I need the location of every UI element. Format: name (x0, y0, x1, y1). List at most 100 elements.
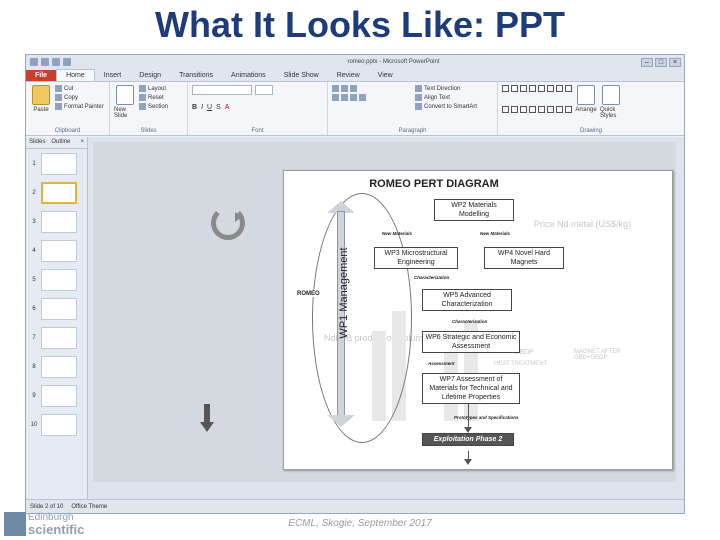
slide-preview (41, 414, 77, 436)
format-painter-icon (55, 103, 62, 110)
convert-smartart-label: Convert to SmartArt (424, 103, 478, 110)
tab-design[interactable]: Design (130, 70, 170, 81)
new-slide-button[interactable]: New Slide (114, 85, 136, 124)
align-left-icon (332, 94, 339, 101)
quick-styles-button[interactable]: Quick Styles (600, 85, 622, 124)
paste-button[interactable]: Paste (30, 85, 52, 124)
indent-icon (350, 85, 357, 92)
bold-button[interactable]: B (192, 104, 197, 111)
slide-thumbnail[interactable]: 4 (30, 240, 84, 262)
slide-number: 3 (32, 219, 36, 225)
slide-thumbnail-pane: Slides Outline × 1 2 3 4 5 6 7 8 9 10 (26, 137, 88, 499)
tab-animations[interactable]: Animations (222, 70, 275, 81)
pert-diagram[interactable]: Price Nd metal (US$/kg) NdFeB production… (283, 170, 673, 470)
arrange-button[interactable]: Arrange (575, 85, 597, 124)
assessment-tag: Assessment (428, 361, 455, 366)
text-direction-icon (415, 85, 422, 92)
slide-number: 10 (30, 422, 38, 428)
slide-thumbnail[interactable]: 6 (30, 298, 84, 320)
shape-icon (547, 85, 554, 92)
tab-home[interactable]: Home (56, 69, 95, 81)
reset-button[interactable]: Reset (139, 94, 168, 101)
arrow-head-down (327, 415, 355, 427)
tab-outline[interactable]: Outline (48, 137, 73, 148)
slide-thumbnail[interactable]: 2 (30, 182, 84, 204)
down-arrow-icon[interactable] (200, 404, 214, 434)
ribbon: Paste Cut Copy Format Painter Clipboard … (26, 82, 684, 136)
shape-icon (556, 105, 563, 113)
close-button[interactable]: × (669, 57, 681, 67)
slide-editor: Price Nd metal (US$/kg) NdFeB production… (88, 137, 684, 499)
slide-thumbnail[interactable]: 1 (30, 153, 84, 175)
wp5-box: WP5 Advanced Characterization (422, 289, 512, 311)
text-direction-label: Text Direction (424, 85, 461, 92)
tab-transitions[interactable]: Transitions (170, 70, 222, 81)
window-title: romeo.pptx - Microsoft PowerPoint (347, 59, 440, 65)
tab-slides[interactable]: Slides (26, 137, 48, 148)
strikethrough-button[interactable]: S (216, 104, 221, 111)
convert-smartart-button[interactable]: Convert to SmartArt (415, 103, 477, 110)
slide-number: 8 (32, 364, 36, 370)
tab-review[interactable]: Review (328, 70, 369, 81)
italic-button[interactable]: I (201, 104, 203, 111)
slide-preview (41, 356, 77, 378)
slide-thumbnail[interactable]: 8 (30, 356, 84, 378)
quick-styles-label: Quick Styles (600, 107, 617, 119)
tab-slide-show[interactable]: Slide Show (275, 70, 328, 81)
tab-file[interactable]: File (26, 70, 57, 81)
clipboard-actions: Cut Copy Format Painter (55, 85, 104, 124)
slide-thumbnail[interactable]: 9 (30, 385, 84, 407)
diagram-title: ROMEO PERT DIAGRAM (369, 178, 499, 190)
font-name-box[interactable] (192, 85, 252, 95)
text-direction-button[interactable]: Text Direction (415, 85, 477, 92)
maximize-button[interactable]: □ (655, 57, 667, 67)
smartart-icon (415, 103, 422, 110)
cycle-arrows-icon[interactable] (211, 206, 245, 240)
connector-arrow (464, 459, 472, 465)
underline-button[interactable]: U (207, 104, 212, 111)
minimize-button[interactable]: – (641, 57, 653, 67)
slide-thumbnail[interactable]: 5 (30, 269, 84, 291)
tab-view[interactable]: View (369, 70, 402, 81)
slide-preview (41, 298, 77, 320)
shape-icon (529, 105, 536, 113)
layout-button[interactable]: Layout (139, 85, 168, 92)
close-pane-icon[interactable]: × (77, 137, 87, 148)
justify-icon (359, 94, 366, 101)
slide-canvas[interactable]: Price Nd metal (US$/kg) NdFeB production… (93, 142, 676, 482)
align-text-button[interactable]: Align Text (415, 94, 477, 101)
slide-preview (41, 269, 77, 291)
drawing-group-label: Drawing (579, 128, 602, 134)
slide-footer: ECML, Skogie, September 2017 (288, 518, 432, 529)
slide-thumbnail[interactable]: 7 (30, 327, 84, 349)
align-buttons[interactable] (332, 94, 412, 101)
slide-thumbnail[interactable]: 3 (30, 211, 84, 233)
shapes-gallery[interactable] (502, 85, 572, 124)
undo-icon[interactable] (52, 58, 60, 66)
section-button[interactable]: Section (139, 103, 168, 110)
format-painter-label: Format Painter (64, 103, 104, 110)
redo-icon[interactable] (63, 58, 71, 66)
format-painter-button[interactable]: Format Painter (55, 103, 104, 110)
cut-button[interactable]: Cut (55, 85, 104, 92)
cut-label: Cut (64, 85, 74, 92)
align-text-icon (415, 94, 422, 101)
prototypes-tag: Prototypes and Specifications (454, 415, 519, 420)
paragraph-group-label: Paragraph (398, 128, 427, 134)
new-slide-icon (116, 85, 134, 105)
save-icon[interactable] (41, 58, 49, 66)
copy-button[interactable]: Copy (55, 94, 104, 101)
quick-access-toolbar (26, 58, 146, 66)
slides-group-label: Slides (140, 128, 157, 134)
bullets-button[interactable] (332, 85, 412, 92)
slide-number: 5 (32, 277, 36, 283)
theme-name: Office Theme (71, 503, 108, 510)
slide-thumbnail[interactable]: 10 (30, 414, 84, 436)
shape-icon (502, 85, 509, 92)
app-icon[interactable] (30, 58, 38, 66)
tab-insert[interactable]: Insert (95, 70, 131, 81)
font-group: B I U S A Font (188, 82, 328, 135)
font-format-row: B I U S A (192, 104, 323, 111)
font-size-box[interactable] (255, 85, 273, 95)
font-color-button[interactable]: A (225, 104, 230, 111)
